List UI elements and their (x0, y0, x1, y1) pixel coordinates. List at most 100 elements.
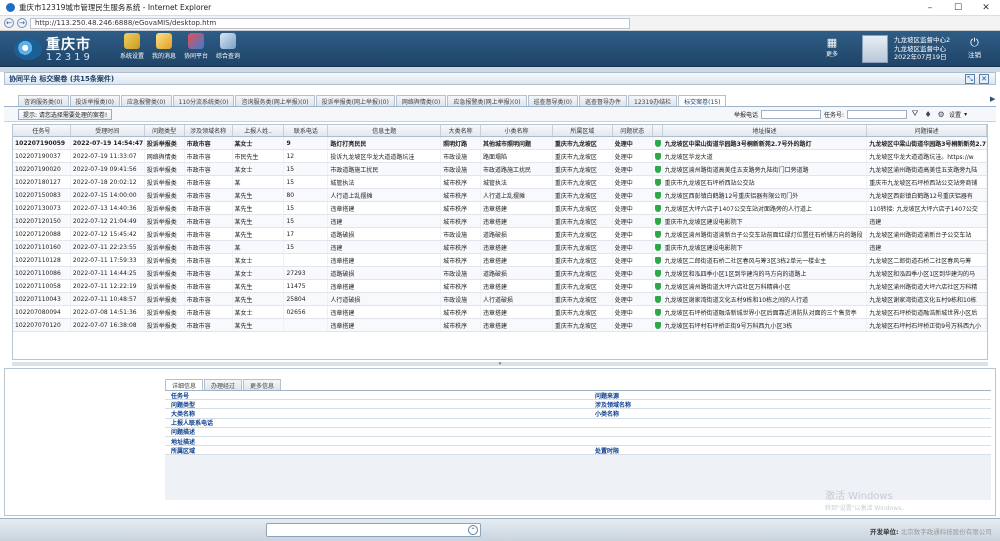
table-row[interactable]: 102207190037 2022-07-19 11:33:07 网络舆情类 市政市容… (13, 150, 987, 163)
case-filter-input[interactable] (847, 109, 908, 119)
phone-filter-input[interactable] (761, 109, 822, 119)
detail-tab-0[interactable]: 详细信息 (165, 379, 204, 390)
table-cell: 违章搭建 (481, 319, 553, 331)
detail-tab-2[interactable]: 更多信息 (243, 379, 282, 390)
table-cell: 处理中 (613, 215, 653, 227)
table-row[interactable]: 102207070120 2022-07-07 16:38:08 投诉举报类 市政市容… (13, 319, 987, 332)
detail-field-row: 任务号 问题来源 (165, 391, 991, 401)
column-header-4[interactable]: 上报人姓.. (233, 125, 285, 136)
table-cell: 102207150083 (13, 189, 71, 201)
close-button[interactable]: ✕ (972, 0, 1000, 16)
table-row[interactable]: 102207110128 2022-07-11 17:59:33 投诉举报类 市政市容… (13, 254, 987, 267)
tab-2[interactable]: 应急报警类(0) (121, 95, 172, 106)
user-date: 2022年07月19日 (894, 53, 947, 62)
tab-10[interactable]: 12319办结栏 (628, 95, 678, 106)
tab-8[interactable]: 巡查督导类(0) (527, 95, 579, 106)
table-cell: 102207130073 (13, 202, 71, 214)
table-cell: 违建 (328, 241, 442, 253)
tab-5[interactable]: 投诉举报类(网上举报)(0) (315, 95, 395, 106)
table-cell: 投诉举报类 (145, 228, 185, 240)
column-header-9[interactable]: 所属区域 (553, 125, 613, 136)
maximize-button[interactable]: ☐ (944, 0, 972, 16)
column-header-1[interactable]: 受理时间 (71, 125, 145, 136)
column-header-0[interactable]: 任务号 (13, 125, 71, 136)
menu-comprehensive-query[interactable]: 综合查询 (214, 33, 242, 60)
tab-6[interactable]: 网络舆情类(0) (395, 95, 447, 106)
column-header-11[interactable] (653, 125, 663, 136)
column-header-12[interactable]: 地址描述 (663, 125, 868, 136)
status-flag-icon (653, 202, 663, 214)
table-cell: 九龙坡区渝州路街道大坪六店社区万科精典小区 (663, 280, 868, 292)
tab-9[interactable]: 巡查督导办件 (579, 95, 628, 106)
url-field[interactable]: http://113.250.48.246:6888/eGovaMIS/desk… (30, 17, 630, 29)
forward-button[interactable]: → (17, 18, 27, 28)
expand-up-icon[interactable]: ⌃ (468, 525, 478, 535)
table-row[interactable]: 102207120150 2022-07-12 21:04:49 投诉举报类 市政市容… (13, 215, 987, 228)
tab-11[interactable]: 标交案卷(15) (678, 95, 727, 106)
table-cell: 重庆市九龙坡区 (553, 202, 613, 214)
column-header-8[interactable]: 小类名称 (481, 125, 553, 136)
table-row[interactable]: 102207110058 2022-07-11 12:22:19 投诉举报类 市政市容… (13, 280, 987, 293)
bulb-icon[interactable]: ♦ (923, 109, 933, 119)
table-row[interactable]: 102207110043 2022-07-11 10:48:57 投诉举报类 市政市容… (13, 293, 987, 306)
table-cell: 市政市容 (185, 150, 233, 162)
column-header-6[interactable]: 信息主题 (328, 125, 442, 136)
table-cell: 15 (284, 202, 329, 214)
column-header-3[interactable]: 涉及领域名称 (185, 125, 233, 136)
menu-my-messages[interactable]: 我的消息 (150, 33, 178, 60)
column-header-7[interactable]: 大类名称 (441, 125, 482, 136)
tab-4[interactable]: 咨询服务类(网上举报)(0) (235, 95, 315, 106)
table-cell: 102207190059 (13, 137, 71, 149)
logout-button[interactable]: ⏻ 注销 (968, 37, 981, 60)
hint-button[interactable]: 提示: 请您选择需要处理的案卷! (18, 109, 113, 120)
tab-0[interactable]: 咨询服务类(0) (18, 95, 69, 106)
tab-3[interactable]: 110分流系统类(0) (172, 95, 235, 106)
table-row[interactable]: 102207130073 2022-07-13 14:40:36 投诉举报类 市政市容… (13, 202, 987, 215)
table-row[interactable]: 102207080094 2022-07-08 14:51:36 投诉举报类 市政市容… (13, 306, 987, 319)
column-header-13[interactable]: 问题描述 (867, 125, 987, 136)
panel-splitter[interactable]: ▾ (12, 361, 988, 367)
table-cell: 市政市容 (185, 228, 233, 240)
filter-icon[interactable]: ⛛ (910, 109, 920, 119)
table-cell: 九龙坡区华龙大道 (663, 150, 868, 162)
column-header-2[interactable]: 问题类型 (145, 125, 185, 136)
table-cell: 2022-07-12 21:04:49 (71, 215, 145, 227)
tab-1[interactable]: 投诉举报类(0) (69, 95, 120, 106)
table-row[interactable]: 102207110086 2022-07-11 14:44:25 投诉举报类 市政市容… (13, 267, 987, 280)
more-button[interactable]: ▦ 更多 (826, 37, 838, 59)
panel-shrink-button[interactable]: ⤡ (965, 74, 975, 84)
table-row[interactable]: 102207190020 2022-07-19 09:41:56 投诉举报类 市政市容… (13, 163, 987, 176)
gear-icon[interactable]: ⚙ (936, 109, 946, 119)
table-cell: 投诉举报类 (145, 254, 185, 266)
table-cell: 九龙坡区石坪村石坪桥正街9号万科西九小 (867, 319, 987, 331)
table-cell: 违章搭建 (328, 280, 442, 292)
column-header-5[interactable]: 联系电话 (284, 125, 329, 136)
table-row[interactable]: 102207120088 2022-07-12 15:45:42 投诉举报类 市政市容… (13, 228, 987, 241)
bottom-search-box[interactable] (266, 523, 481, 537)
back-button[interactable]: ← (4, 18, 14, 28)
table-row[interactable]: 102207150083 2022-07-15 14:00:00 投诉举报类 市政市容… (13, 189, 987, 202)
panel-close-button[interactable]: ✕ (979, 74, 989, 84)
table-row[interactable]: 102207190059 2022-07-19 14:54:47 投诉举报类 市政市容… (13, 137, 987, 150)
detail-field-row: 所属区域 处置时限 (165, 446, 991, 456)
table-cell: 其他城市照明问题 (481, 137, 553, 149)
table-cell: 某女士 (233, 267, 285, 279)
menu-system-settings[interactable]: 系统设置 (118, 33, 146, 60)
table-cell: 九龙坡区渝州路街道高美佳五支路旁九陆 (867, 163, 987, 175)
tab-7[interactable]: 应急报警类(网上举报)(0) (447, 95, 527, 106)
status-flag-icon (653, 241, 663, 253)
table-cell: 重庆市九龙坡区 (553, 306, 613, 318)
menu-collab-platform[interactable]: 协同平台 (182, 33, 210, 60)
table-row[interactable]: 102207180127 2022-07-18 20:02:12 投诉举报类 市政市容… (13, 176, 987, 189)
table-cell: 市政市容 (185, 280, 233, 292)
settings-dropdown-icon[interactable]: ▾ (964, 111, 967, 118)
settings-link[interactable]: 设置 (949, 110, 961, 119)
minimize-button[interactable]: – (916, 0, 944, 16)
detail-tab-1[interactable]: 办理经过 (204, 379, 243, 390)
table-cell: 102207110043 (13, 293, 71, 305)
table-cell: 投诉举报类 (145, 215, 185, 227)
table-row[interactable]: 102207110160 2022-07-11 22:23:55 投诉举报类 市政市容… (13, 241, 987, 254)
column-header-10[interactable]: 问题状态 (613, 125, 653, 136)
table-cell: 处理中 (613, 306, 653, 318)
detail-label: 任务号 (171, 392, 190, 400)
